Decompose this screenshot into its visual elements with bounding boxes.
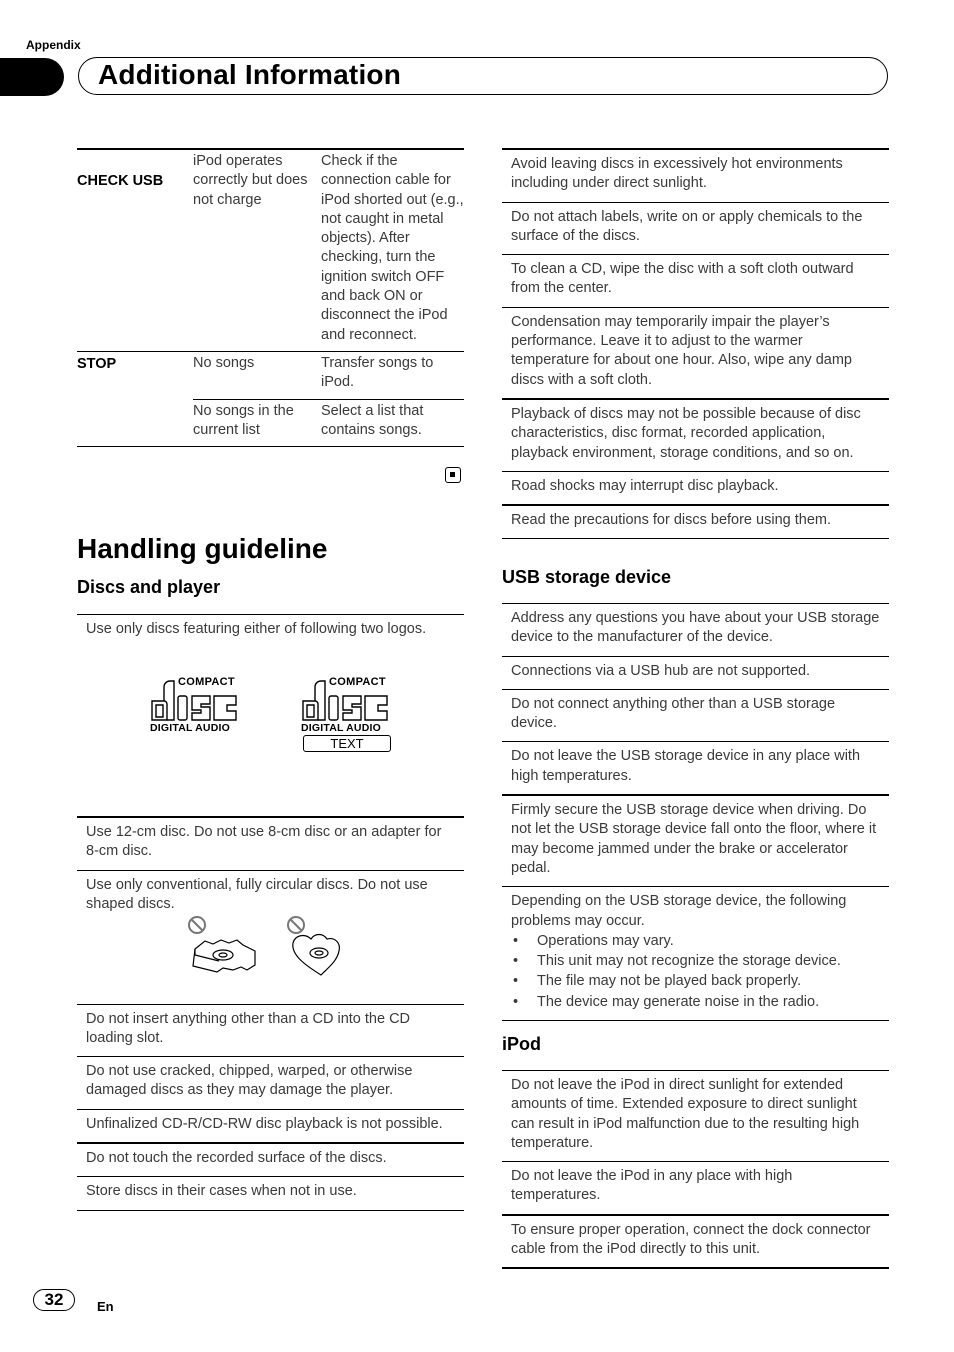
list-item-text: Road shocks may interrupt disc playback. [511, 477, 779, 494]
list-item-text: Address any questions you have about you… [511, 610, 880, 646]
list-item: Do not connect anything other than a USB… [502, 688, 889, 742]
end-of-section-icon [445, 467, 461, 483]
list-item-text: Playback of discs may not be possible be… [511, 405, 861, 461]
list-item-text: Condensation may temporarily impair the … [511, 313, 852, 388]
bullet-item: The device may generate noise in the rad… [511, 992, 880, 1013]
list-item: Do not leave the USB storage device in a… [502, 741, 889, 794]
prohibited-icon [188, 915, 206, 934]
discs-list-right: Avoid leaving discs in excessively hot e… [502, 148, 889, 540]
list-item: Condensation may temporarily impair the … [502, 306, 889, 398]
list-bottom-rule [502, 538, 889, 540]
compact-disc-text-logo: COMPACT DIGITAL AUDIO TEXT [301, 676, 393, 754]
table-row: STOP No songs Transfer songs to iPod. No… [77, 350, 464, 447]
list-item: Do not insert anything other than a CD i… [77, 1003, 464, 1057]
error-code: STOP [77, 355, 117, 372]
list-item-text: Do not leave the USB storage device in a… [511, 748, 861, 784]
action-cell: Check if the connection cable for iPod s… [321, 153, 464, 343]
list-item-text: Do not leave the iPod in any place with … [511, 1168, 793, 1204]
shaped-discs-illustration [188, 915, 340, 976]
bullet-item: The file may not be played back properly… [511, 971, 880, 992]
discs-list-left: Use 12-cm disc. Do not use 8-cm disc or … [77, 816, 464, 1211]
bullet-item: Operations may vary. [511, 931, 880, 952]
page-title: Additional Information [98, 59, 402, 90]
prohibited-icon [287, 915, 305, 934]
table-row: CHECK USB iPod operates correctly but do… [77, 150, 464, 351]
list-item: Avoid leaving discs in excessively hot e… [502, 148, 889, 202]
logo-bottom-text: DIGITAL AUDIO [150, 722, 230, 734]
octagon-shaped-disc-icon [192, 938, 256, 973]
list-item: Playback of discs may not be possible be… [502, 397, 889, 471]
list-item-text: Do not use cracked, chipped, warped, or … [86, 1063, 413, 1099]
list-item-text: Do not touch the recorded surface of the… [86, 1150, 387, 1167]
page-number: 32 [33, 1289, 75, 1311]
list-item: Do not attach labels, write on or apply … [502, 201, 889, 255]
cause-action-pair: No songs in the current list Select a li… [193, 398, 464, 447]
error-message-table: CHECK USB iPod operates correctly but do… [77, 148, 464, 448]
list-item: Firmly secure the USB storage device whe… [502, 794, 889, 886]
list-item: Do not touch the recorded surface of the… [77, 1142, 464, 1176]
list-bottom-rule [502, 1020, 889, 1022]
list-item: Road shocks may interrupt disc playback. [502, 470, 889, 504]
text-badge: TEXT [303, 735, 391, 752]
section-label: Appendix [26, 38, 81, 52]
list-item-text: Read the precautions for discs before us… [511, 512, 831, 529]
list-item: Do not use cracked, chipped, warped, or … [77, 1056, 464, 1109]
discs-list-left-top: Use only discs featuring either of follo… [77, 614, 464, 800]
action-cell: Transfer songs to iPod. [321, 354, 434, 391]
list-item: Connections via a USB hub are not suppor… [502, 655, 889, 689]
usb-list: Address any questions you have about you… [502, 603, 889, 1022]
list-item-text: Depending on the USB storage device, the… [511, 893, 847, 929]
list-item-text: To ensure proper operation, connect the … [511, 1221, 871, 1258]
cause-action-pair: iPod operates correctly but does not cha… [193, 150, 464, 351]
chapter-tab-marker [0, 58, 64, 96]
error-code: CHECK USB [77, 173, 164, 189]
list-item: Address any questions you have about you… [502, 603, 889, 656]
list-item: Do not leave the iPod in direct sunlight… [502, 1070, 889, 1161]
disc-wordmark-icon [151, 680, 237, 721]
list-item-text: Use 12-cm disc. Do not use 8-cm disc or … [86, 824, 442, 860]
problems-bullet-list: Operations may vary. This unit may not r… [511, 931, 880, 1012]
list-item: Read the precautions for discs before us… [502, 504, 889, 538]
list-item: Use only discs featuring either of follo… [77, 614, 464, 800]
bullet-item: This unit may not recognize the storage … [511, 951, 880, 972]
action-cell: Select a list that contains songs. [321, 402, 424, 438]
list-item-text: Connections via a USB hub are not suppor… [511, 662, 811, 679]
list-item: Depending on the USB storage device, the… [502, 886, 889, 1020]
list-item-text: Store discs in their cases when not in u… [86, 1183, 357, 1200]
logo-bottom-text: DIGITAL AUDIO [301, 722, 381, 734]
cause-cell: iPod operates correctly but does not cha… [193, 153, 308, 208]
ipod-list: Do not leave the iPod in direct sunlight… [502, 1070, 889, 1270]
cause-cell: No songs in the current list [193, 402, 294, 438]
logo-intro-text: Use only discs featuring either of follo… [86, 621, 427, 637]
section-heading: Handling guideline [77, 533, 328, 564]
list-item: Unfinalized CD-R/CD-RW disc playback is … [77, 1108, 464, 1142]
list-item-text: Firmly secure the USB storage device whe… [511, 802, 877, 876]
language-code: En [97, 1299, 114, 1314]
heart-shaped-disc-icon [292, 933, 340, 976]
table-bottom-rule [77, 446, 464, 448]
compact-disc-logo: COMPACT DIGITAL AUDIO [150, 676, 242, 736]
list-item: Use only conventional, fully circular di… [77, 869, 464, 1004]
list-item-text: Unfinalized CD-R/CD-RW disc playback is … [86, 1115, 443, 1132]
list-item-text: Do not connect anything other than a USB… [511, 695, 836, 732]
subsection-heading-ipod: iPod [502, 1034, 541, 1054]
list-item: To clean a CD, wipe the disc with a soft… [502, 254, 889, 307]
list-item-text: Use only conventional, fully circular di… [86, 876, 428, 912]
cause-cell: No songs [193, 354, 255, 371]
list-item: Use 12-cm disc. Do not use 8-cm disc or … [77, 816, 464, 870]
list-item-text: To clean a CD, wipe the disc with a soft… [511, 261, 854, 297]
list-item-text: Do not leave the iPod in direct sunlight… [511, 1077, 860, 1151]
list-item-text: Do not insert anything other than a CD i… [86, 1010, 411, 1046]
subsection-heading-usb: USB storage device [502, 567, 672, 587]
subsection-heading-discs: Discs and player [77, 577, 221, 597]
list-item-text: Do not attach labels, write on or apply … [511, 208, 863, 244]
list-item-text: Avoid leaving discs in excessively hot e… [511, 156, 843, 192]
list-bottom-rule [77, 1209, 464, 1211]
cause-action-pair: No songs Transfer songs to iPod. [193, 352, 464, 399]
list-item: To ensure proper operation, connect the … [502, 1213, 889, 1268]
disc-wordmark-icon [302, 680, 388, 721]
list-bottom-rule [502, 1267, 889, 1270]
list-item: Store discs in their cases when not in u… [77, 1176, 464, 1209]
list-item: Do not leave the iPod in any place with … [502, 1161, 889, 1214]
